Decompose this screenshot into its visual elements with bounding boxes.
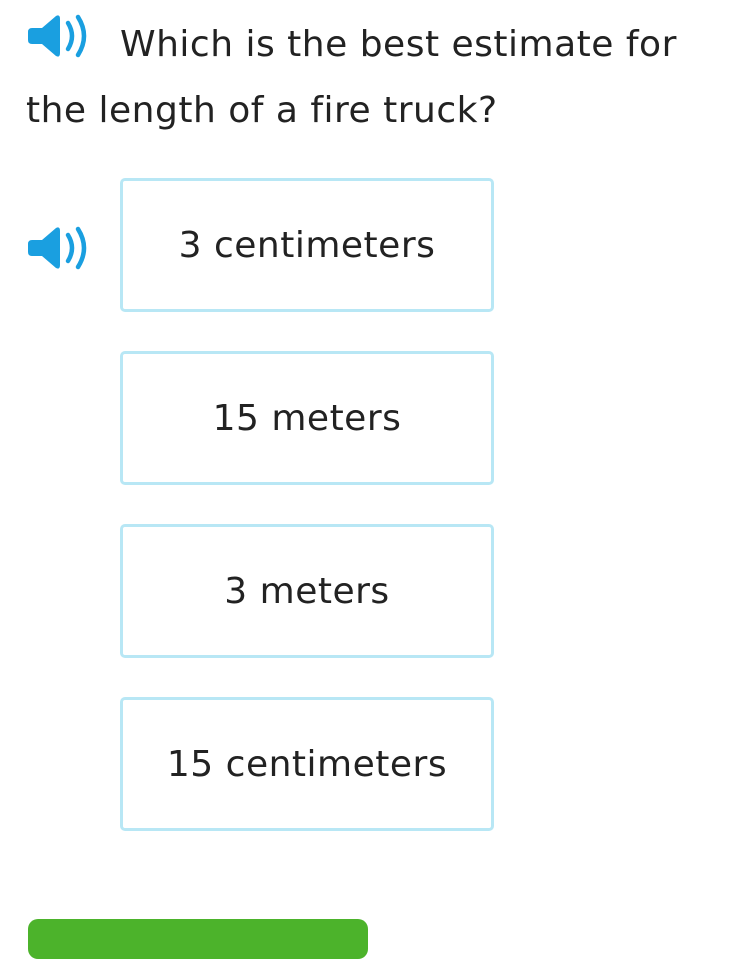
submit-button[interactable] — [28, 919, 368, 959]
choice-label: 15 meters — [212, 397, 402, 439]
choice-15-centimeters[interactable]: 15 centimeters — [120, 697, 494, 831]
choices-speaker-icon[interactable] — [28, 226, 92, 270]
answer-choices: 3 centimeters 15 meters 3 meters 15 cent… — [120, 178, 494, 870]
choice-label: 3 centimeters — [178, 224, 436, 266]
choice-15-meters[interactable]: 15 meters — [120, 351, 494, 485]
choice-label: 3 meters — [224, 570, 390, 612]
choice-label: 15 centimeters — [166, 743, 448, 785]
choice-3-meters[interactable]: 3 meters — [120, 524, 494, 658]
choice-3-centimeters[interactable]: 3 centimeters — [120, 178, 494, 312]
speaker-glyph — [28, 226, 87, 270]
question-text: Which is the best estimate for the lengt… — [26, 24, 677, 131]
